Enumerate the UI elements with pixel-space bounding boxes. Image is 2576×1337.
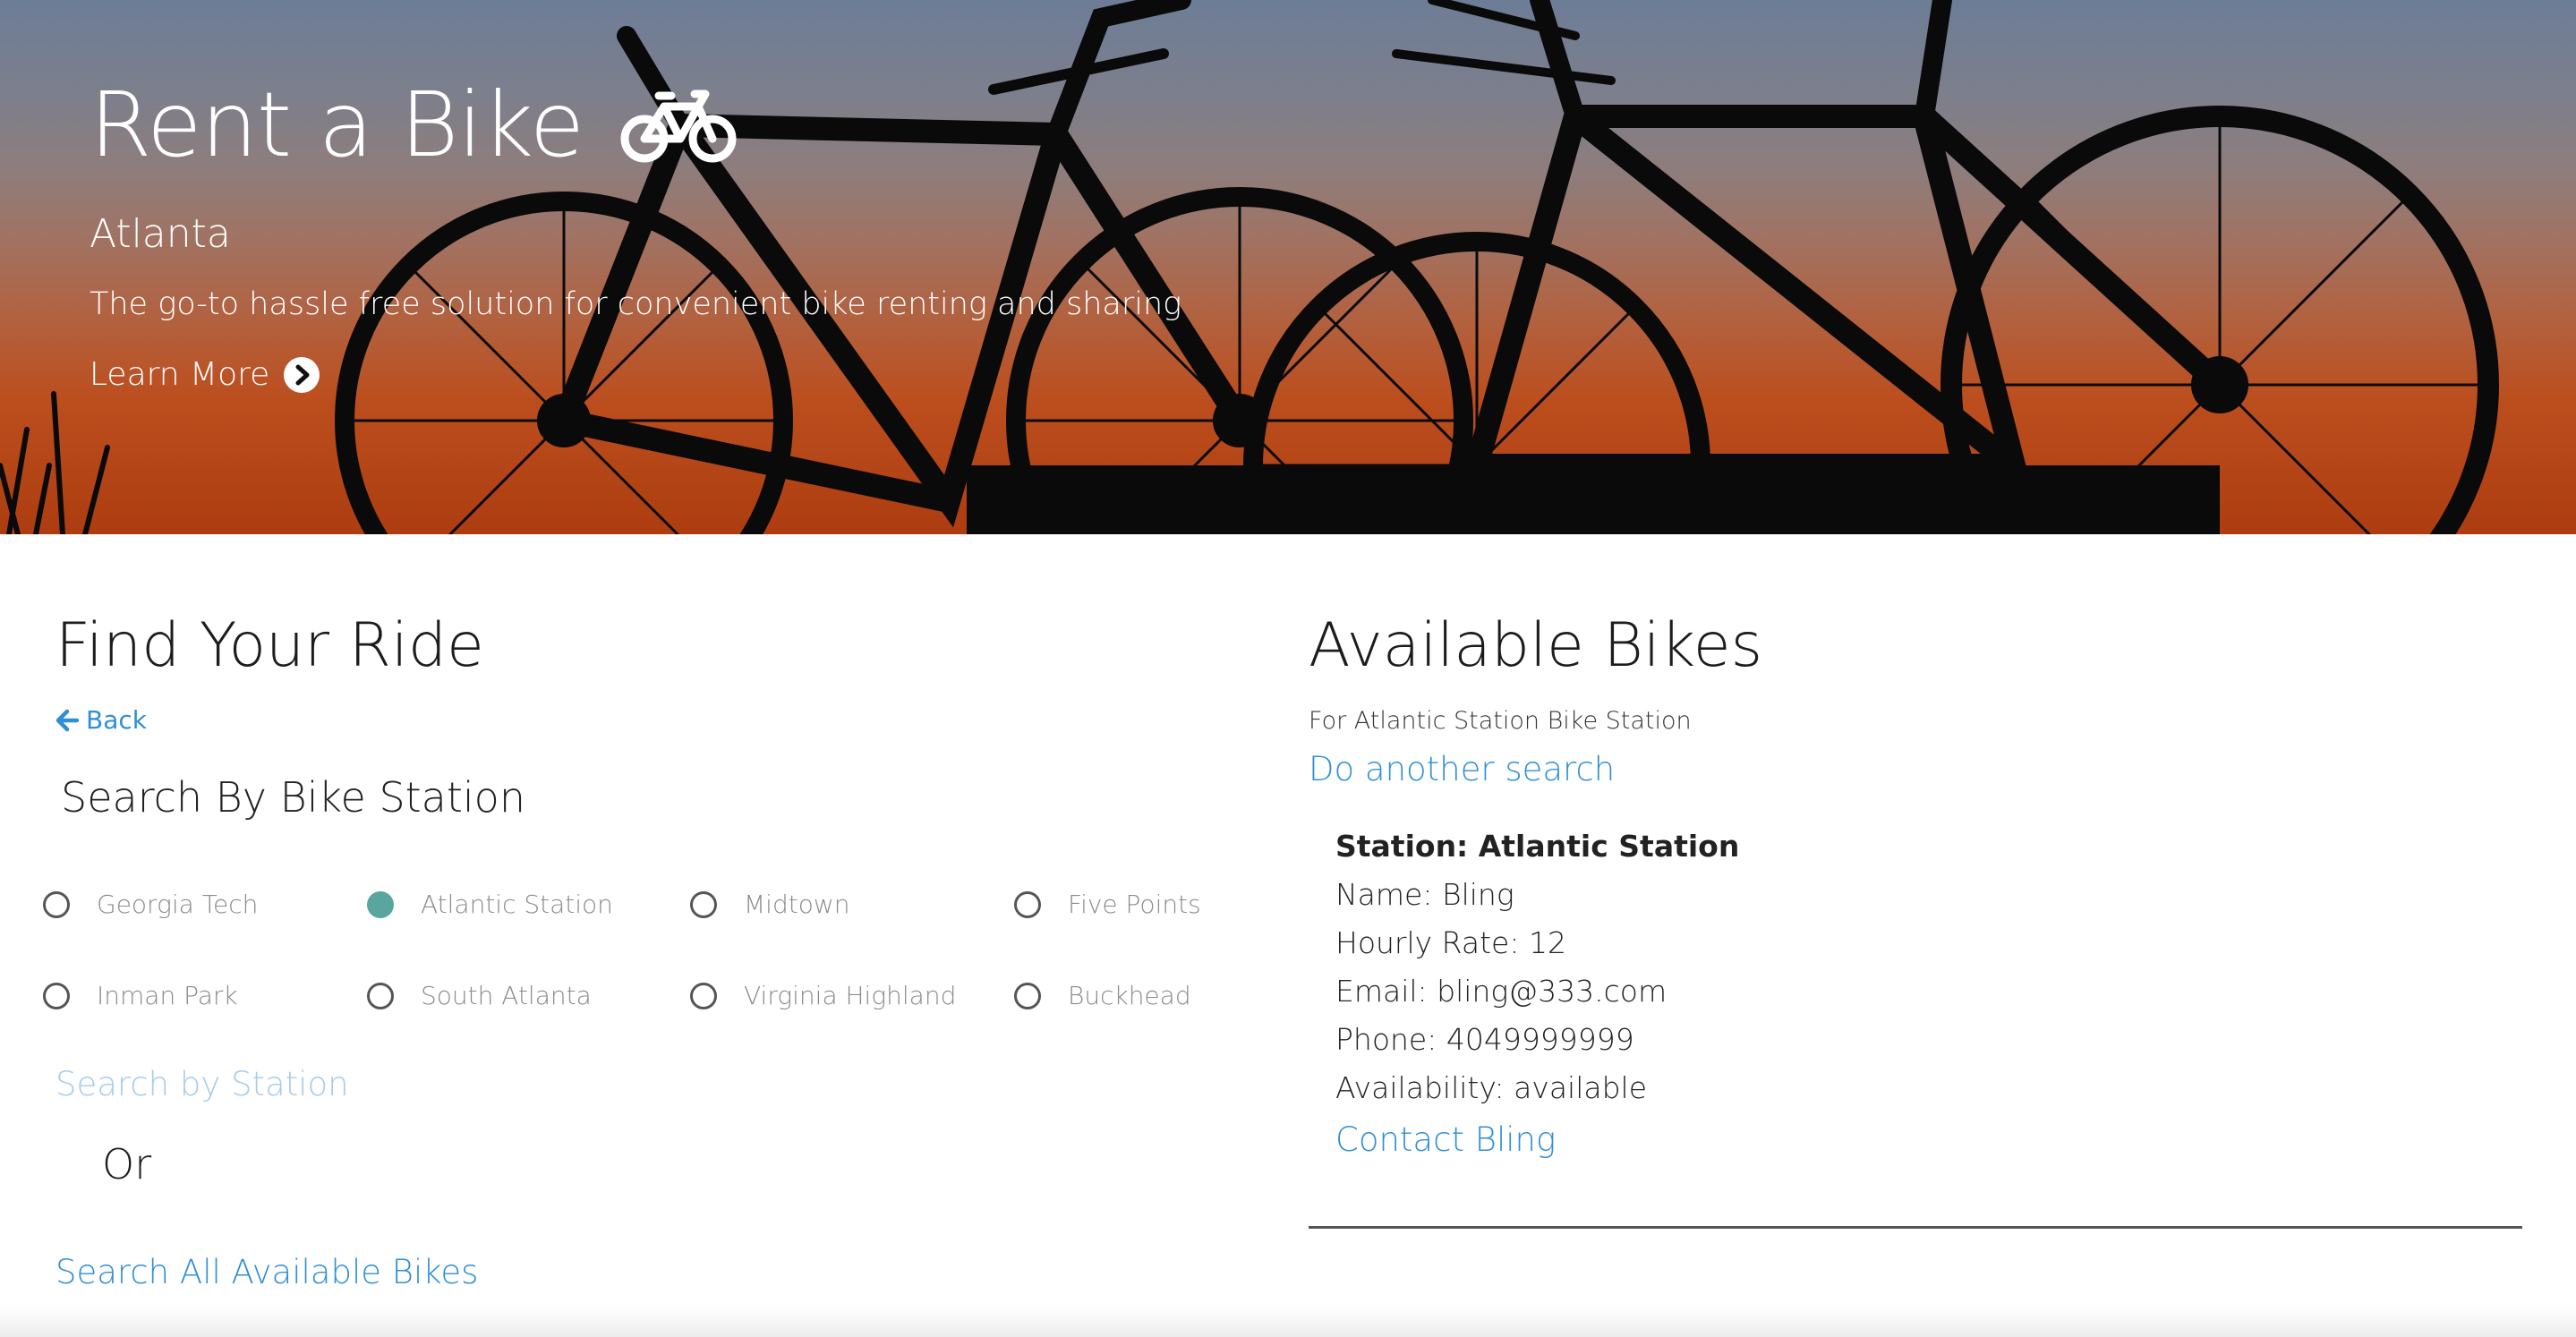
station-option-label: Georgia Tech	[97, 890, 259, 919]
radio-unchecked-icon[interactable]	[690, 982, 717, 1009]
hero-city: Atlanta	[90, 211, 231, 257]
station-option-atlantic-station[interactable]: Atlantic Station	[367, 890, 613, 919]
station-option-five-points[interactable]: Five Points	[1014, 890, 1201, 919]
available-bikes-title: Available Bikes	[1309, 610, 1763, 681]
search-by-station-button[interactable]: Search by Station	[55, 1065, 349, 1103]
station-option-label: Buckhead	[1068, 981, 1191, 1010]
results-station-caption: For Atlantic Station Bike Station	[1309, 707, 1692, 735]
back-label: Back	[86, 705, 147, 735]
hero-tagline: The go-to hassle free solution for conve…	[90, 286, 1182, 322]
station-option-label: Virginia Highland	[744, 981, 957, 1010]
do-another-search-link[interactable]: Do another search	[1309, 750, 1615, 788]
station-option-label: Five Points	[1068, 890, 1201, 919]
search-by-station-heading: Search By Bike Station	[61, 773, 525, 822]
hero-title: Rent a Bike	[90, 81, 738, 170]
find-your-ride-title: Find Your Ride	[55, 610, 484, 681]
station-option-midtown[interactable]: Midtown	[690, 890, 849, 919]
station-option-label: Midtown	[744, 890, 850, 919]
learn-more-link[interactable]: Learn More	[90, 356, 320, 393]
bike-hourly-rate: Hourly Rate: 12	[1335, 925, 1566, 960]
bike-phone: Phone: 4049999999	[1335, 1022, 1634, 1057]
station-option-buckhead[interactable]: Buckhead	[1014, 981, 1191, 1010]
radio-unchecked-icon[interactable]	[43, 982, 70, 1009]
station-option-label: Inman Park	[97, 981, 238, 1010]
radio-checked-icon[interactable]	[367, 890, 394, 918]
results-divider	[1309, 1226, 2522, 1229]
hero-title-text: Rent a Bike	[90, 72, 584, 177]
chevron-circle-right-icon	[284, 356, 320, 393]
learn-more-label: Learn More	[90, 356, 270, 393]
page-bottom-edge	[0, 1307, 2576, 1337]
bicycle-icon	[619, 87, 738, 164]
radio-unchecked-icon[interactable]	[690, 890, 717, 918]
contact-owner-link[interactable]: Contact Bling	[1335, 1120, 1739, 1159]
station-option-label: Atlantic Station	[421, 890, 613, 919]
radio-unchecked-icon[interactable]	[367, 982, 394, 1009]
bike-station: Station: Atlantic Station	[1335, 829, 1740, 864]
bike-result-card: Station: Atlantic Station Name: Bling Ho…	[1335, 827, 1739, 1159]
station-option-south-atlanta[interactable]: South Atlanta	[367, 981, 592, 1010]
bike-name: Name: Bling	[1335, 877, 1514, 912]
arrow-left-icon	[55, 709, 79, 731]
bike-email: Email: bling@333.com	[1335, 974, 1668, 1009]
station-option-virginia-highland[interactable]: Virginia Highland	[690, 981, 956, 1010]
bike-availability: Availability: available	[1335, 1070, 1648, 1105]
back-link[interactable]: Back	[55, 705, 147, 735]
station-option-georgia-tech[interactable]: Georgia Tech	[43, 890, 258, 919]
station-option-label: South Atlanta	[421, 981, 592, 1010]
search-all-bikes-button[interactable]: Search All Available Bikes	[55, 1253, 478, 1291]
station-option-inman-park[interactable]: Inman Park	[43, 981, 238, 1010]
or-separator: Or	[102, 1140, 152, 1188]
radio-unchecked-icon[interactable]	[1014, 982, 1041, 1009]
hero-banner: Rent a Bike Atlanta The go-to hassle fre…	[0, 0, 2576, 534]
radio-unchecked-icon[interactable]	[1014, 890, 1041, 918]
radio-unchecked-icon[interactable]	[43, 890, 70, 918]
